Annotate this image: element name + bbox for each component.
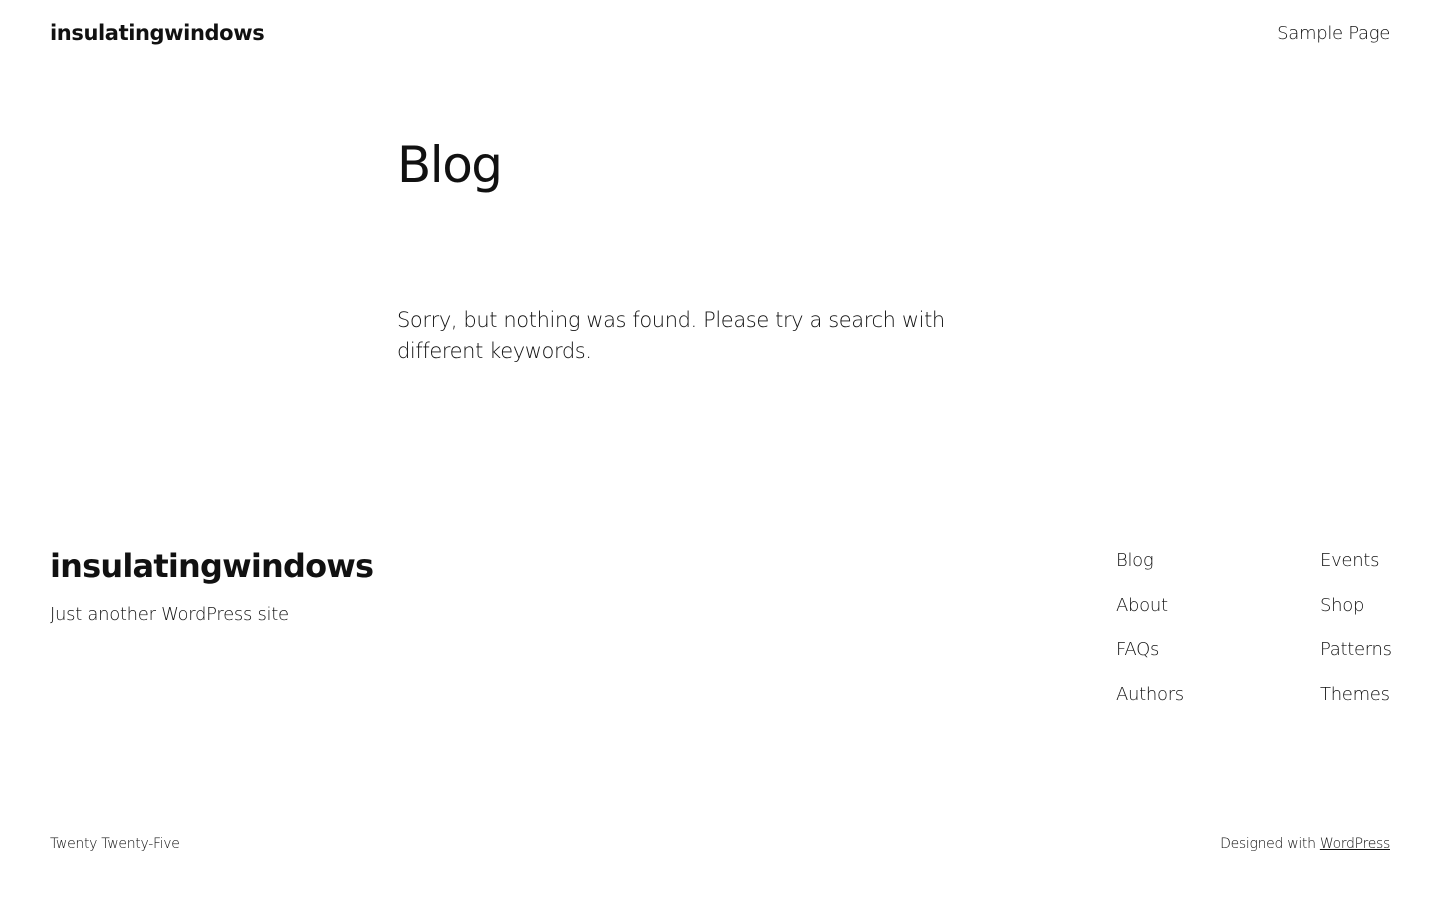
footer-site-title-link[interactable]: insulatingwindows bbox=[50, 547, 374, 585]
page-title: Blog bbox=[397, 136, 503, 194]
footer-nav-column-1: Blog About FAQs Authors bbox=[1116, 549, 1184, 727]
footer-link-authors[interactable]: Authors bbox=[1116, 684, 1184, 705]
site-title-link[interactable]: insulatingwindows bbox=[50, 21, 265, 45]
footer-link-about[interactable]: About bbox=[1116, 595, 1168, 616]
footer-link-events[interactable]: Events bbox=[1320, 550, 1379, 571]
site-tagline: Just another WordPress site bbox=[50, 604, 289, 625]
theme-credit: Twenty Twenty-Five bbox=[50, 836, 180, 852]
designed-with-text: Designed with bbox=[1220, 836, 1316, 852]
nav-link-sample-page[interactable]: Sample Page bbox=[1277, 23, 1390, 44]
footer-link-blog[interactable]: Blog bbox=[1116, 550, 1154, 571]
footer-link-themes[interactable]: Themes bbox=[1320, 684, 1390, 705]
footer-link-patterns[interactable]: Patterns bbox=[1320, 639, 1392, 660]
designed-with-credit: Designed with WordPress bbox=[1220, 836, 1390, 852]
footer-nav-column-2: Events Shop Patterns Themes bbox=[1320, 549, 1392, 727]
wordpress-link[interactable]: WordPress bbox=[1320, 836, 1390, 852]
no-results-message: Sorry, but nothing was found. Please try… bbox=[397, 308, 945, 363]
footer-link-shop[interactable]: Shop bbox=[1320, 595, 1364, 616]
footer-link-faqs[interactable]: FAQs bbox=[1116, 639, 1159, 660]
